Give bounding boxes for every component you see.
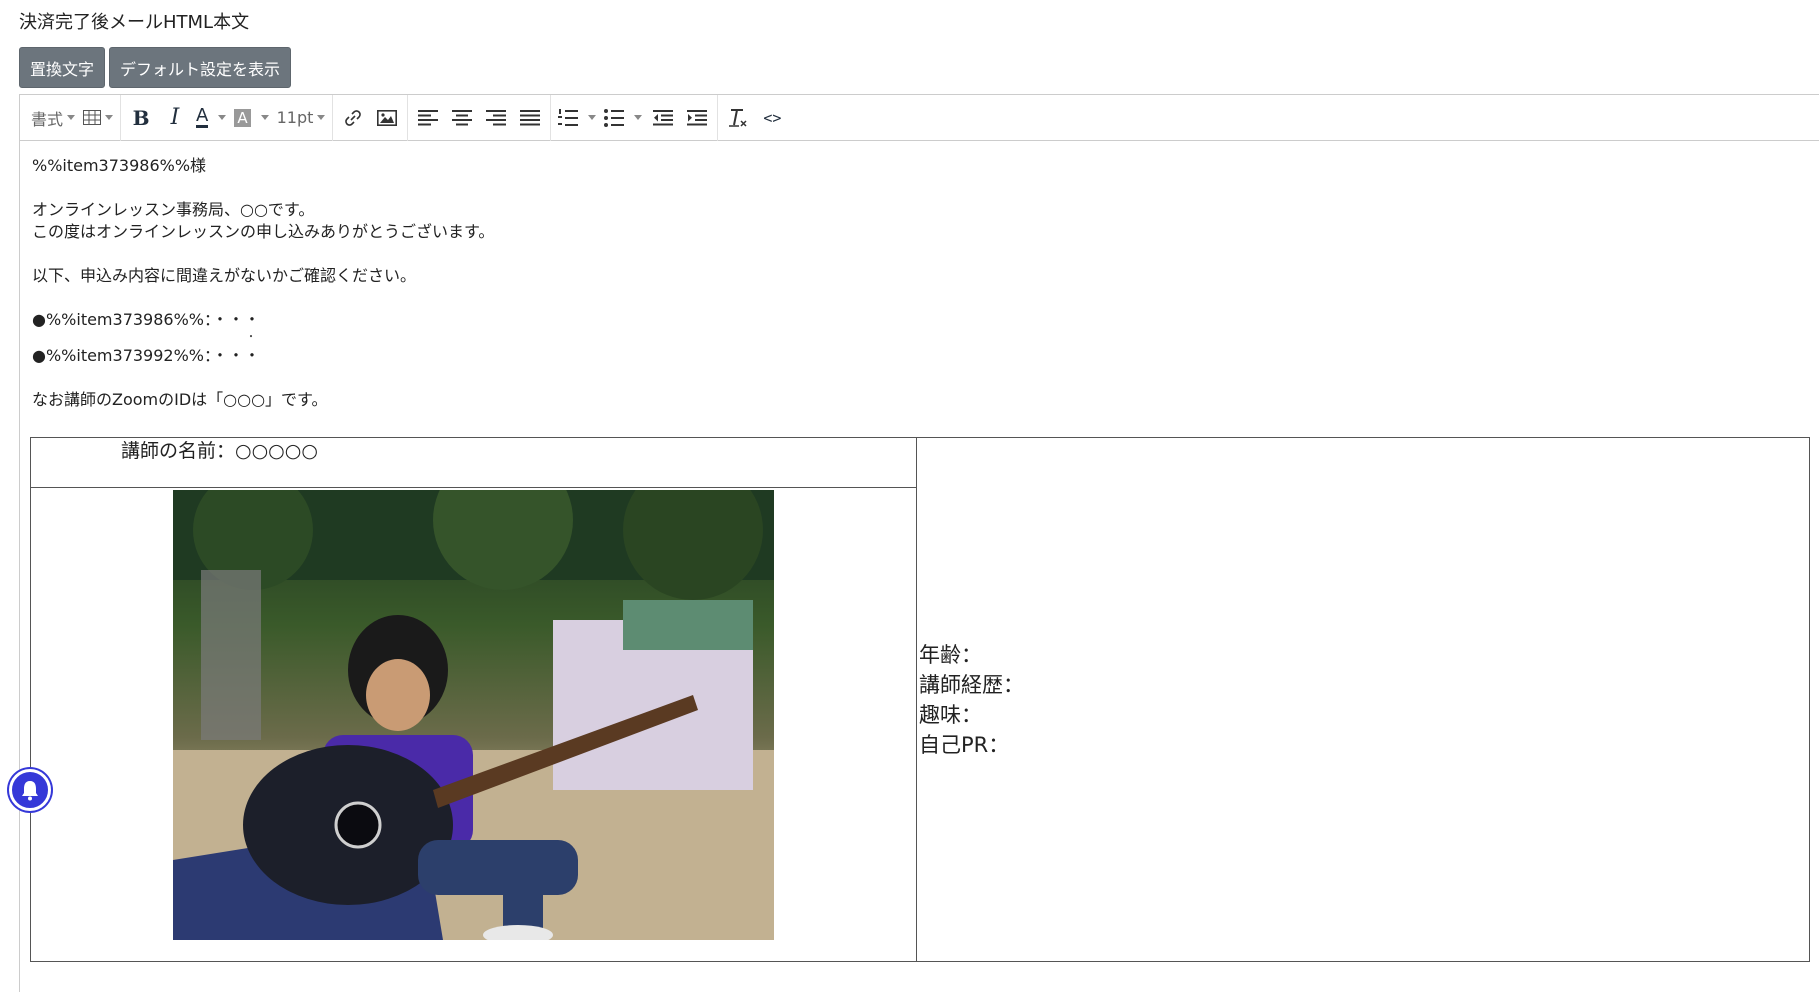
align-right-button[interactable] [479,101,513,135]
toolbar-group-misc: <> [718,95,792,141]
hobby-label: 趣味： [919,702,982,727]
align-left-button[interactable] [411,101,445,135]
indent-icon [687,109,708,125]
toolbar-group-align [408,94,552,141]
link-button[interactable] [336,101,370,135]
link-icon [345,109,362,126]
bold-icon: B [132,105,150,130]
notification-bell-button[interactable] [9,769,51,811]
guitar-player-illustration [173,490,774,940]
show-default-button[interactable]: デフォルト設定を表示 [109,47,292,88]
career-label: 講師経歴： [919,672,1024,697]
bold-button[interactable]: B [124,101,158,135]
align-justify-icon [520,109,541,125]
outdent-button[interactable] [646,101,680,135]
toolbar-group-format: 書式 [24,94,122,141]
image-button[interactable] [370,101,404,135]
align-justify-button[interactable] [513,101,547,135]
rich-text-editor: 書式 B I A A 11pt <> %%item373986%%様 オンライン… [19,94,1819,992]
toolbar-group-lists [551,94,719,141]
field-title: 決済完了後メールHTML本文 [19,12,250,33]
table-dropdown[interactable] [79,101,117,135]
bullet-list-button[interactable] [600,101,646,135]
chevron-down-icon [588,115,597,120]
align-right-icon [486,109,507,125]
editor-content[interactable]: %%item373986%%様 オンラインレッスン事務局、○○です。 この度はオ… [20,141,1819,976]
source-code-button[interactable]: <> [755,101,789,135]
outdent-icon [653,109,674,125]
background-color-icon: A [234,108,251,127]
teacher-name-cell: 講師の名前：○○○○○ [30,437,917,488]
age-label: 年齢： [919,642,982,667]
chevron-down-icon [260,115,269,120]
item-line-2: ●%%item373992%%：・・・ [32,346,261,365]
chevron-down-icon [105,115,114,120]
chevron-down-icon [634,115,643,120]
clear-formatting-button[interactable] [721,101,755,135]
intro-line-2: この度はオンラインレッスンの申し込みありがとうございます。 [32,222,495,241]
italic-icon: I [170,105,180,130]
font-size-value: 11pt [276,108,314,127]
text-color-icon: A [196,104,209,128]
text-color-button[interactable]: A [192,101,230,135]
replace-text-button[interactable]: 置換文字 [19,47,106,88]
chevron-down-icon [67,115,76,120]
toolbar-group-insert [333,94,409,141]
align-center-icon [452,109,473,125]
pr-label: 自己PR： [919,732,1010,757]
table-icon [83,110,102,125]
format-dropdown[interactable]: 書式 [27,101,79,135]
bullet-list-icon [604,108,625,127]
item-line-1: ●%%item373986%%：・・・ [32,310,261,329]
teacher-table: 講師の名前：○○○○○ 年齢： 講師経歴： 趣味： 自己PR： [30,437,1810,962]
chevron-down-icon [317,115,326,120]
greeting-line: %%item373986%%様 [32,156,207,175]
align-center-button[interactable] [445,101,479,135]
confirm-line: 以下、申込み内容に間違えがないかご確認ください。 [32,266,417,285]
teacher-photo[interactable] [173,490,774,940]
zoom-note-line: なお講師のZoomのIDは「○○○」です。 [32,390,328,409]
bell-icon [22,781,38,801]
italic-button[interactable]: I [158,101,192,135]
background-color-button[interactable]: A [230,101,272,135]
toolbar-group-text: B I A A 11pt [121,94,334,141]
image-icon [377,109,398,126]
source-code-icon: <> [763,108,782,127]
numbered-list-button[interactable] [554,101,600,135]
numbered-list-icon [558,108,579,126]
font-size-dropdown[interactable]: 11pt [273,101,330,135]
indent-button[interactable] [680,101,714,135]
format-label: 書式 [31,109,64,129]
intro-line-1: オンラインレッスン事務局、○○です。 [32,200,315,219]
teacher-photo-cell [30,487,917,962]
item-separator-dot: ・ [246,332,256,343]
clear-formatting-icon [729,108,747,127]
chevron-down-icon [218,115,227,120]
teacher-info-cell: 年齢： 講師経歴： 趣味： 自己PR： [916,437,1810,962]
align-left-icon [418,109,439,125]
editor-toolbar: 書式 B I A A 11pt <> [20,94,1819,141]
top-buttons: 置換文字 デフォルト設定を表示 [19,47,292,88]
